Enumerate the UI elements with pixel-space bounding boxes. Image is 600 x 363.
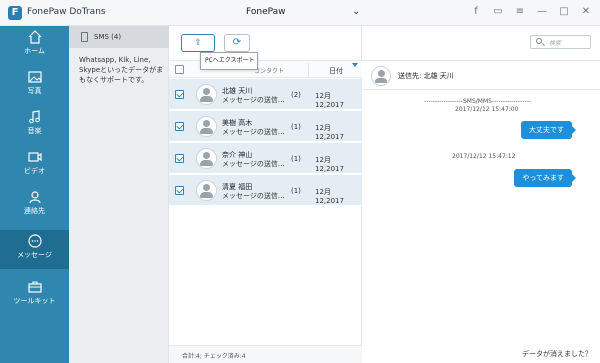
- sort-desc-icon[interactable]: [352, 63, 358, 67]
- sms-mms-separator: ------------------SMS/MMS---------------…: [424, 98, 531, 105]
- row-checkbox[interactable]: [175, 122, 184, 131]
- refresh-icon: ⟳: [232, 37, 242, 48]
- message-count: (1): [291, 123, 301, 131]
- row-checkbox[interactable]: [175, 90, 184, 99]
- select-all-checkbox[interactable]: [175, 65, 184, 74]
- list-item[interactable]: 清夏 福田 メッセージの送信... (1) 12月 12,2017: [169, 175, 362, 206]
- sidebar-item-toolkit[interactable]: ツールキット: [0, 276, 69, 315]
- sidebar: ホーム 写真 音楽 ビデオ 連絡先 メッセージ ツールキット: [0, 26, 69, 363]
- date-column-header[interactable]: 日付: [329, 66, 343, 76]
- home-icon: [28, 30, 41, 44]
- message-preview: メッセージの送信...: [222, 96, 285, 104]
- message-date: 12月 12,2017: [315, 124, 344, 141]
- sidebar-item-label: ビデオ: [24, 167, 45, 175]
- close-icon[interactable]: ✕: [580, 6, 592, 17]
- list-header: コンタクト 日付: [169, 60, 362, 78]
- message-date: 12月 12,2017: [315, 156, 344, 173]
- sidebar-item-home[interactable]: ホーム: [0, 26, 69, 65]
- sidebar-item-label: ツールキット: [13, 297, 56, 305]
- feedback-icon[interactable]: ▭: [492, 6, 504, 17]
- category-panel: SMS (4) Whatsapp, Kik, Line, Skypeといったデー…: [69, 26, 169, 363]
- selection-summary: 合計:4; チェック済み:4: [182, 353, 246, 360]
- conversation-recipient: 送信先: 北雄 天川: [398, 72, 454, 80]
- contacts-icon: [28, 191, 41, 204]
- phone-icon: [81, 32, 88, 42]
- toolbar: ⇪ ⟳: [169, 26, 362, 60]
- menu-icon[interactable]: ≡: [514, 6, 526, 17]
- sidebar-item-photo[interactable]: 写真: [0, 66, 69, 105]
- avatar: [196, 116, 217, 137]
- search-input[interactable]: 検索: [530, 35, 591, 49]
- search-placeholder: 検索: [549, 40, 562, 47]
- sidebar-item-music[interactable]: 音楽: [0, 106, 69, 145]
- message-preview: メッセージの送信...: [222, 160, 285, 168]
- message-preview: メッセージの送信...: [222, 128, 285, 136]
- list-item[interactable]: 北雄 天川 メッセージの送信... (2) 12月 12,2017: [169, 79, 362, 110]
- sidebar-item-label: メッセージ: [17, 251, 52, 259]
- sidebar-item-label: 音楽: [27, 127, 42, 135]
- photo-icon: [27, 71, 42, 83]
- facebook-icon[interactable]: f: [470, 6, 482, 17]
- music-icon: [28, 110, 40, 124]
- list-footer: 合計:4; チェック済み:4: [169, 345, 362, 363]
- column-divider: [308, 63, 309, 77]
- sidebar-item-video[interactable]: ビデオ: [0, 146, 69, 185]
- sms-category-label: SMS (4): [94, 33, 122, 41]
- avatar: [196, 148, 217, 169]
- avatar: [196, 84, 217, 105]
- avatar: [196, 180, 217, 201]
- support-note: Whatsapp, Kik, Line, Skypeといったデータがまもなくサポ…: [79, 56, 164, 84]
- app-title: FonePaw DoTrans: [27, 7, 106, 17]
- toolkit-icon: [27, 281, 42, 293]
- refresh-button[interactable]: ⟳: [224, 34, 250, 52]
- message-icon: [27, 234, 42, 248]
- sidebar-item-label: 写真: [27, 87, 42, 95]
- minimize-icon[interactable]: —: [536, 6, 548, 17]
- message-timestamp: 2017/12/12 15:47:12: [452, 153, 516, 160]
- sidebar-item-messages[interactable]: メッセージ: [0, 230, 69, 269]
- message-timestamp: 2017/12/12 15:47:00: [455, 106, 519, 113]
- app-logo: F: [8, 6, 22, 20]
- conversation-body: ------------------SMS/MMS---------------…: [362, 90, 600, 363]
- title-bar: F FonePaw DoTrans FonePaw ⌄ f ▭ ≡ — □ ✕: [0, 0, 600, 26]
- export-to-pc-button[interactable]: ⇪: [181, 34, 215, 52]
- device-name: FonePaw: [246, 7, 286, 17]
- sms-category[interactable]: SMS (4): [69, 26, 169, 48]
- message-preview: メッセージの送信...: [222, 192, 285, 200]
- message-date: 12月 12,2017: [315, 188, 344, 205]
- chevron-down-icon[interactable]: ⌄: [352, 6, 360, 17]
- lost-data-link[interactable]: データが消えました？: [522, 349, 592, 359]
- avatar: [371, 66, 391, 86]
- sidebar-item-contacts[interactable]: 連絡先: [0, 186, 69, 225]
- window-controls: f ▭ ≡ — □ ✕: [470, 6, 592, 17]
- row-checkbox[interactable]: [175, 186, 184, 195]
- maximize-icon[interactable]: □: [558, 6, 570, 17]
- device-selector[interactable]: FonePaw: [240, 7, 286, 17]
- conversation-panel: 検索 送信先: 北雄 天川 ------------------SMS/MMS-…: [362, 26, 600, 363]
- message-list-panel: ⇪ ⟳ PCへエクスポート コンタクト 日付 北雄 天川 メッセージの送信...…: [169, 26, 362, 363]
- search-icon: [536, 38, 542, 44]
- list-item[interactable]: 美樹 高木 メッセージの送信... (1) 12月 12,2017: [169, 111, 362, 142]
- row-checkbox[interactable]: [175, 154, 184, 163]
- message-count: (1): [291, 187, 301, 195]
- message-bubble: やってみます: [514, 169, 576, 187]
- message-bubble: 大丈夫です: [521, 121, 576, 139]
- sidebar-item-label: 連絡先: [24, 207, 45, 215]
- message-count: (2): [291, 91, 301, 99]
- video-icon: [27, 152, 42, 162]
- export-tooltip: PCへエクスポート: [200, 52, 258, 70]
- message-date: 12月 12,2017: [315, 92, 344, 109]
- message-count: (1): [291, 155, 301, 163]
- contact-column-header[interactable]: コンタクト: [254, 66, 284, 75]
- export-icon: ⇪: [194, 38, 202, 48]
- conversation-header: 送信先: 北雄 天川: [362, 60, 600, 90]
- sidebar-item-label: ホーム: [24, 47, 45, 55]
- list-item[interactable]: 奈介 神山 メッセージの送信... (1) 12月 12,2017: [169, 143, 362, 174]
